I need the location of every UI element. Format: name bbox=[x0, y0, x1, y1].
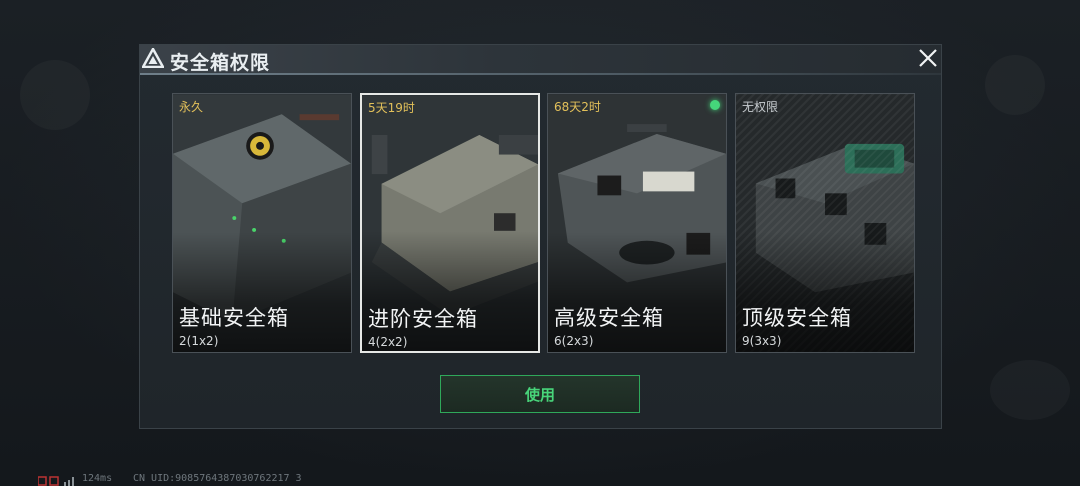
active-indicator bbox=[710, 100, 720, 110]
card-name: 基础安全箱 bbox=[179, 306, 289, 330]
background-decoration bbox=[985, 55, 1045, 115]
card-capacity: 2(1x2) bbox=[179, 334, 219, 348]
card-capacity: 9(3x3) bbox=[742, 334, 782, 348]
game-screen: 安全箱权限 永久 基础安全箱 2(1x2) 5天19时 进阶安全箱 4(2x2)… bbox=[0, 0, 1080, 486]
background-decoration bbox=[990, 360, 1070, 420]
triangle-logo-icon bbox=[142, 48, 164, 68]
card-time-label: 永久 bbox=[179, 100, 204, 114]
use-button[interactable]: 使用 bbox=[440, 375, 640, 413]
safe-box-card-advanced[interactable]: 5天19时 进阶安全箱 4(2x2) bbox=[360, 93, 540, 353]
card-time-label: 68天2时 bbox=[554, 100, 601, 114]
user-uid: CN UID:9085764387030762217 3 bbox=[133, 473, 302, 484]
card-name: 高级安全箱 bbox=[554, 306, 664, 330]
card-name: 进阶安全箱 bbox=[368, 307, 478, 331]
card-capacity: 6(2x3) bbox=[554, 334, 594, 348]
card-capacity: 4(2x2) bbox=[368, 335, 408, 349]
card-time-label: 无权限 bbox=[742, 100, 779, 114]
dialog-title: 安全箱权限 bbox=[170, 52, 271, 74]
close-icon bbox=[919, 49, 937, 67]
close-button[interactable] bbox=[914, 44, 942, 72]
safe-box-card-top[interactable]: 无权限 顶级安全箱 9(3x3) bbox=[735, 93, 915, 353]
background-decoration bbox=[20, 60, 90, 130]
ping-readout: 124ms bbox=[82, 473, 113, 484]
card-name: 顶级安全箱 bbox=[742, 306, 852, 330]
card-time-label: 5天19时 bbox=[368, 101, 415, 115]
safe-box-card-premium[interactable]: 68天2时 高级安全箱 6(2x3) bbox=[547, 93, 727, 353]
signal-strength-icon bbox=[38, 476, 74, 486]
card-shade bbox=[362, 231, 538, 351]
dialog-title-bar: 安全箱权限 bbox=[140, 45, 941, 75]
safe-box-card-basic[interactable]: 永久 基础安全箱 2(1x2) bbox=[172, 93, 352, 353]
